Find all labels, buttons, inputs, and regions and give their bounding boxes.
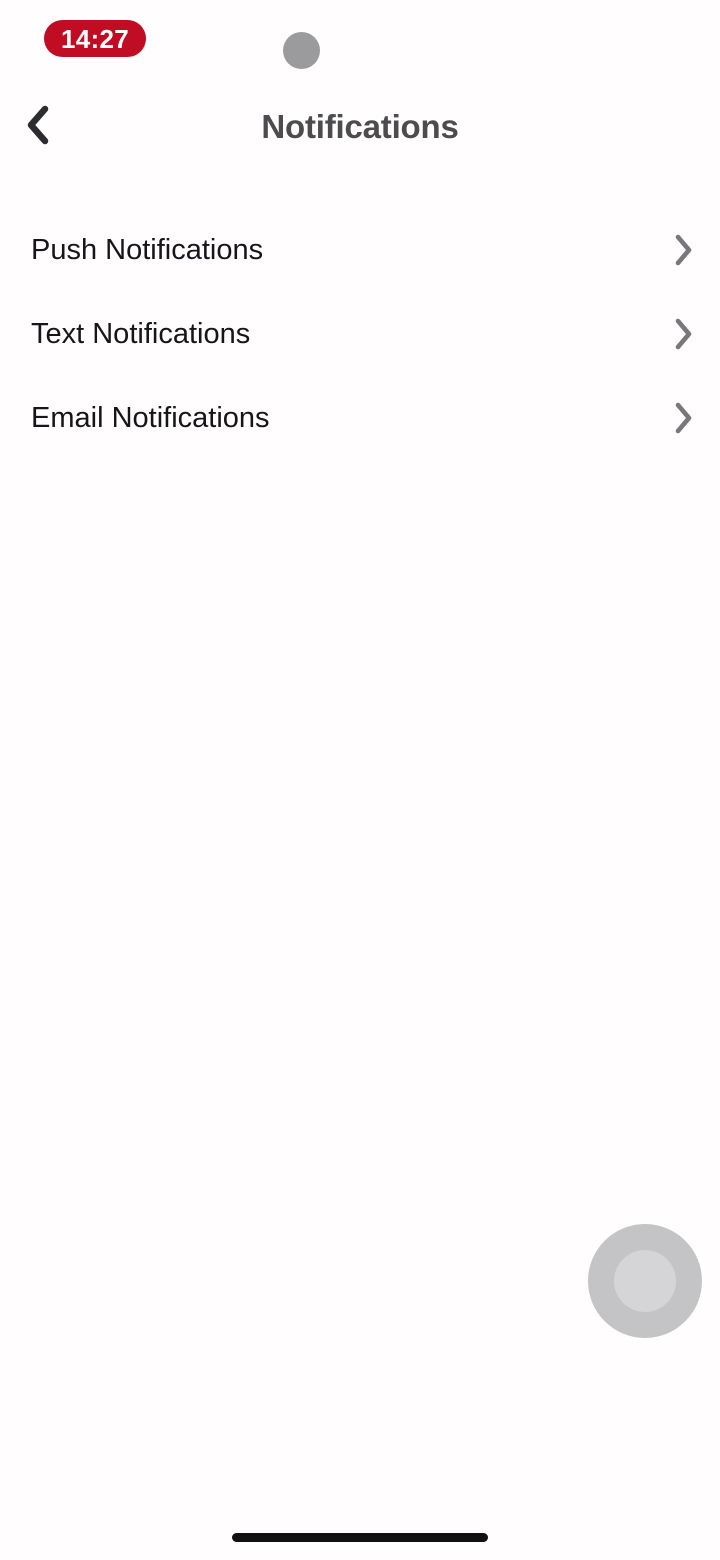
chevron-right-icon	[672, 376, 694, 460]
list-item-label: Push Notifications	[31, 234, 264, 266]
status-bar: 14:27	[0, 0, 720, 78]
nav-bar: Notifications	[0, 96, 720, 158]
list-item-label: Email Notifications	[31, 402, 270, 434]
home-indicator[interactable]	[232, 1533, 488, 1542]
chevron-right-icon	[672, 208, 694, 292]
list-item-email-notifications[interactable]: Email Notifications	[0, 376, 720, 460]
list-item-text-notifications[interactable]: Text Notifications	[0, 292, 720, 376]
list-item-label: Text Notifications	[31, 318, 251, 350]
list-item-push-notifications[interactable]: Push Notifications	[0, 208, 720, 292]
tap-indicator-dot	[283, 32, 320, 69]
page-title: Notifications	[261, 108, 459, 145]
notifications-settings-list: Push Notifications Text Notifications Em…	[0, 208, 720, 460]
assistive-touch-button[interactable]	[588, 1224, 702, 1338]
chevron-right-icon	[672, 292, 694, 376]
status-right-cluster	[540, 0, 720, 78]
status-time-label: 14:27	[61, 23, 129, 54]
assistive-touch-inner-ring	[614, 1250, 676, 1312]
status-time-pill: 14:27	[44, 20, 146, 57]
